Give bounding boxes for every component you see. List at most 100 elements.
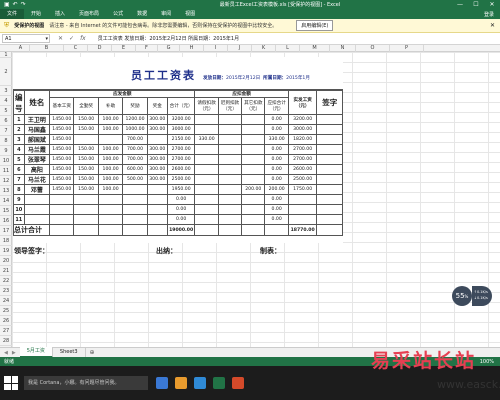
row-header[interactable]: 25	[0, 306, 12, 316]
row-header[interactable]: 2	[0, 58, 12, 86]
enable-editing-button[interactable]: 启用编辑(E)	[296, 20, 334, 31]
tab-file[interactable]: 文件	[0, 9, 25, 19]
cortana-search[interactable]: 我是 Cortana，小娜。有问题尽管问我。	[24, 376, 148, 390]
row-header[interactable]: 3	[0, 86, 12, 96]
row-header[interactable]: 6	[0, 116, 12, 126]
prev-sheet-icon[interactable]: ◀	[4, 350, 8, 356]
column-header[interactable]: F	[136, 45, 158, 52]
payroll-table: 编号 姓名 应发金额 应扣金额 实发工资（元） 签字 基本工资 全勤奖 补助 奖励 奖金…	[12, 90, 343, 236]
employee-name	[23, 204, 51, 215]
sign-in-link[interactable]: 登录	[484, 11, 500, 18]
save-icon[interactable]: ▣	[4, 0, 10, 9]
undo-icon[interactable]: ↶	[13, 0, 18, 9]
table-row: 6 高阳 1450.00 150.00 100.00 600.00 300.00 2600.0…	[13, 164, 343, 175]
column-header[interactable]: D	[88, 45, 112, 52]
row-header[interactable]: 21	[0, 266, 12, 276]
table-cell: 0.00	[166, 204, 196, 215]
taskbar-app-icon[interactable]	[213, 377, 225, 389]
taskbar-app-icon[interactable]	[232, 377, 244, 389]
close-icon[interactable]: ✕	[490, 22, 495, 29]
add-sheet-icon[interactable]: ⊕	[86, 349, 99, 356]
subheader-cell: 迟到扣款（元）	[217, 97, 243, 115]
row-header[interactable]: 7	[0, 126, 12, 136]
name-box[interactable]: A1	[2, 34, 50, 43]
row-header[interactable]: 9	[0, 146, 12, 156]
subheader-cell: 补助	[97, 97, 124, 115]
column-header[interactable]: G	[158, 45, 180, 52]
row-header[interactable]: 4	[0, 96, 12, 106]
table-cell: 3200.00	[287, 114, 318, 125]
row-header[interactable]: 11	[0, 166, 12, 176]
function-icon[interactable]: fx	[80, 35, 86, 42]
table-row: 9 0.00 0.00	[13, 194, 343, 205]
title-bar: ▣ ↶ ↷ 最新员工Excel工资表模板.xls [受保护的视图] - Exce…	[0, 0, 500, 9]
maker-label: 制表：	[260, 246, 281, 255]
column-header[interactable]: J	[228, 45, 252, 52]
taskbar-app-icon[interactable]	[156, 377, 168, 389]
site-watermark: 易采站长站 www.easck.com	[365, 346, 500, 400]
row-header[interactable]: 27	[0, 326, 12, 336]
row-header[interactable]: 12	[0, 176, 12, 186]
column-header[interactable]: M	[300, 45, 330, 52]
column-header[interactable]: A	[12, 45, 30, 52]
table-cell: 600.00	[122, 164, 148, 175]
row-header[interactable]: 19	[0, 246, 12, 256]
column-header[interactable]: C	[64, 45, 88, 52]
column-header[interactable]: H	[180, 45, 204, 52]
column-header[interactable]: N	[330, 45, 356, 52]
tab-formulas[interactable]: 公式	[106, 9, 130, 19]
column-header[interactable]: E	[112, 45, 136, 52]
row-header[interactable]: 24	[0, 296, 12, 306]
row-header[interactable]: 20	[0, 256, 12, 266]
tab-data[interactable]: 数据	[130, 9, 154, 19]
close-button[interactable]: ✕	[484, 0, 500, 9]
row-header[interactable]: 17	[0, 226, 12, 236]
row-header[interactable]: 13	[0, 186, 12, 196]
column-header[interactable]: L	[276, 45, 300, 52]
cancel-icon[interactable]: ✕	[58, 35, 63, 42]
tab-view[interactable]: 视图	[178, 9, 202, 19]
payroll-table-area[interactable]: 员工工资表 发放日期：2015年2月12日 所属日期：2015年1月 编号 姓名…	[12, 57, 343, 243]
column-header[interactable]: P	[390, 45, 424, 52]
formula-input[interactable]: 员工工资表 发放日期：2015年2月12日 所属日期：2015年1月	[94, 35, 500, 42]
column-header[interactable]: O	[356, 45, 390, 52]
tab-review[interactable]: 审阅	[154, 9, 178, 19]
row-header[interactable]: 10	[0, 156, 12, 166]
table-cell	[217, 114, 243, 125]
column-header[interactable]: I	[204, 45, 228, 52]
table-cell	[73, 204, 99, 215]
row-header[interactable]: 15	[0, 206, 12, 216]
subheader-cell: 请假扣款（元）	[194, 97, 219, 115]
tab-home[interactable]: 开始	[24, 9, 48, 19]
row-header[interactable]: 18	[0, 236, 12, 246]
tab-page-layout[interactable]: 页面布局	[72, 9, 106, 19]
table-cell: 150.00	[73, 124, 99, 135]
column-header[interactable]: B	[30, 45, 64, 52]
next-sheet-icon[interactable]: ▶	[12, 350, 16, 356]
worksheet[interactable]: ABCDEFGHIJKLMNOP 1 2 3 4 5 6 7 8 9 10 11 12 13 14 15 16…	[0, 45, 500, 347]
row-header[interactable]: 23	[0, 286, 12, 296]
table-cell: 150.00	[73, 114, 99, 125]
row-header[interactable]: 14	[0, 196, 12, 206]
row-header[interactable]: 26	[0, 316, 12, 326]
tab-insert[interactable]: 插入	[48, 9, 72, 19]
table-cell: 1750.00	[287, 184, 318, 195]
row-header[interactable]: 22	[0, 276, 12, 286]
taskbar-app-icon[interactable]	[194, 377, 206, 389]
redo-icon[interactable]: ↷	[21, 0, 26, 9]
row-header[interactable]: 16	[0, 216, 12, 226]
windows-start-icon[interactable]	[4, 376, 18, 390]
table-cell: 150.00	[73, 164, 99, 175]
speed-badge[interactable]: 55%	[452, 286, 472, 306]
maximize-button[interactable]: ☐	[468, 0, 484, 9]
minimize-button[interactable]: —	[452, 0, 468, 9]
enter-icon[interactable]: ✓	[69, 35, 74, 42]
sheet-tab-sheet3[interactable]: Sheet3	[53, 348, 86, 357]
column-header[interactable]: K	[252, 45, 276, 52]
taskbar-app-icon[interactable]	[175, 377, 187, 389]
row-header[interactable]: 5	[0, 106, 12, 116]
table-cell	[241, 154, 266, 165]
row-header[interactable]: 28	[0, 336, 12, 346]
row-header[interactable]: 8	[0, 136, 12, 146]
table-cell	[194, 194, 219, 205]
